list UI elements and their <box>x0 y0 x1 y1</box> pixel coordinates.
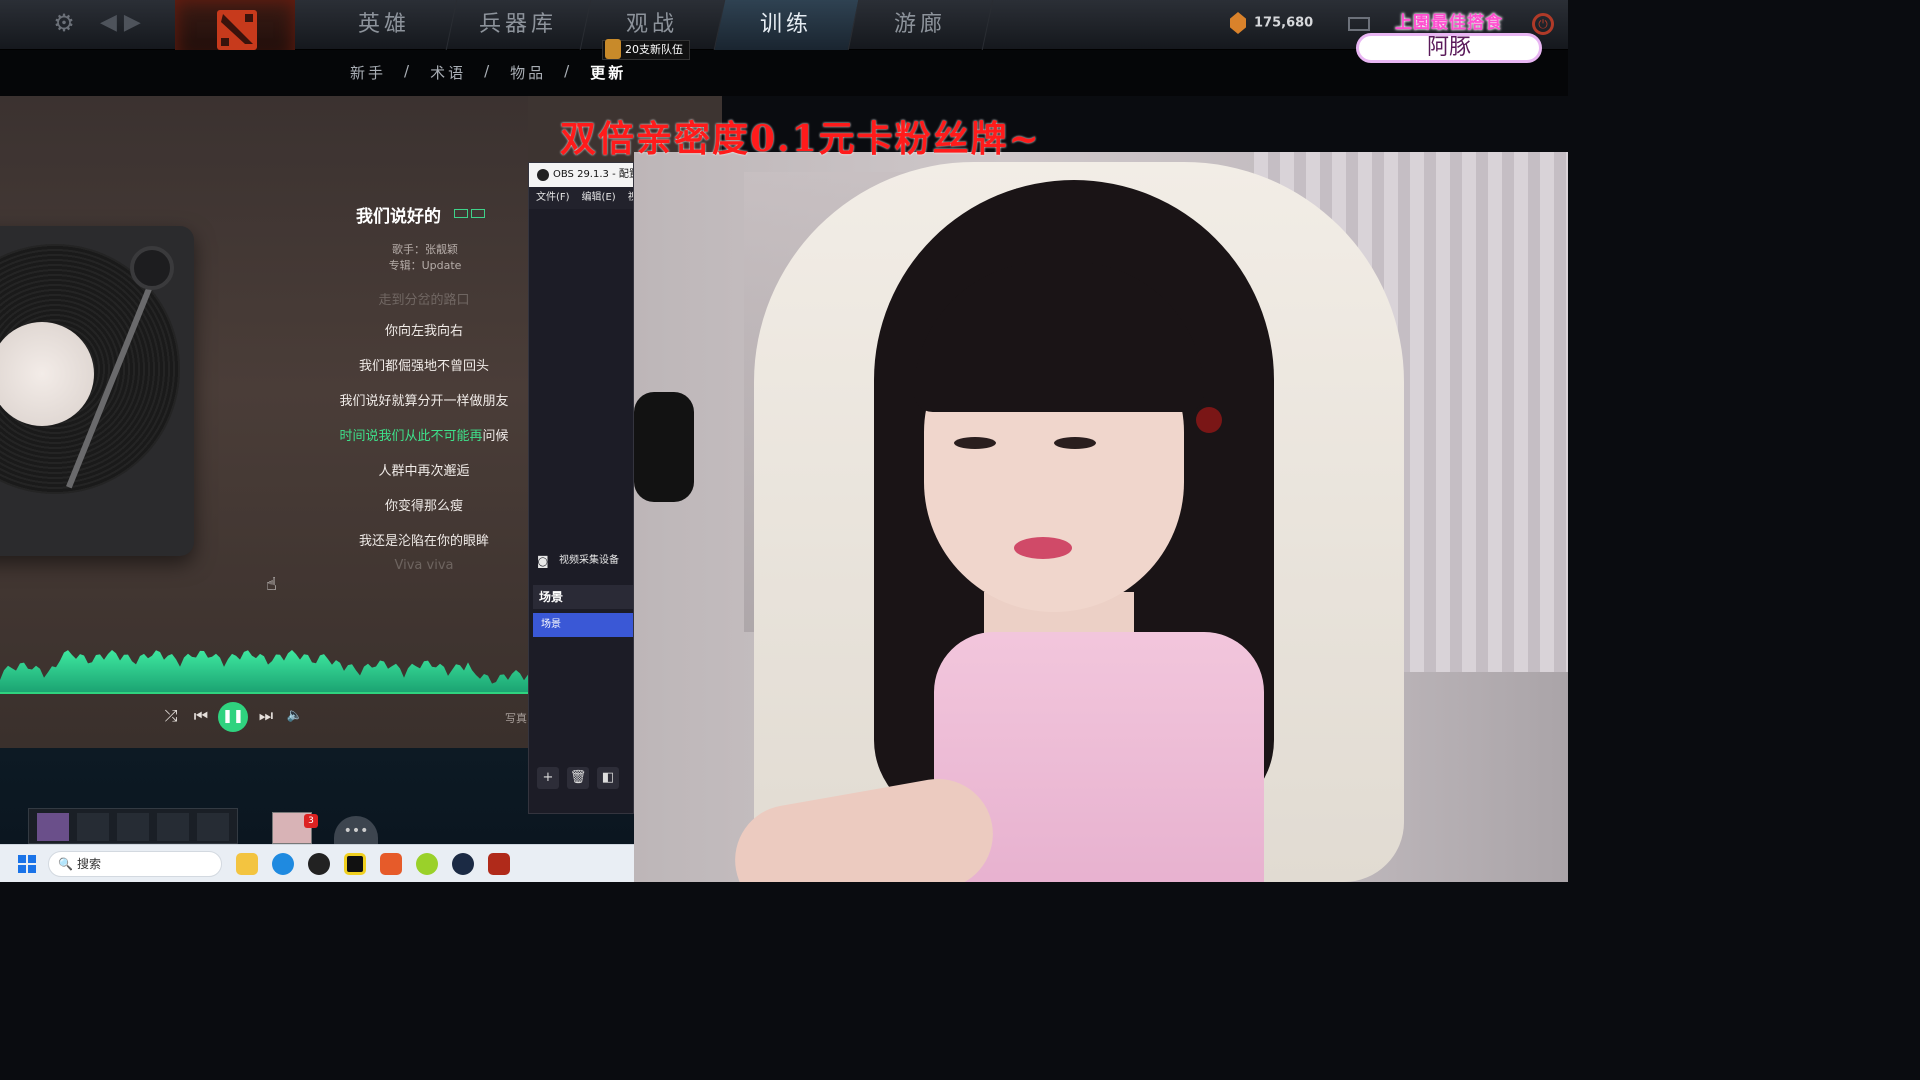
obs-menu-bar: 文件(F) 编辑(E) 视 <box>529 187 633 209</box>
earphone <box>1196 407 1222 433</box>
current-lyric-line: 时间说我们从此不可能再问候 <box>300 419 528 454</box>
tab-heroes[interactable]: 英雄 <box>312 0 458 50</box>
lyric-line: Viva viva <box>394 558 454 573</box>
obs-scene-toolbar: + 🗑 ◧ <box>537 767 619 789</box>
screen: ⚙ ◀ ▶ 英雄 兵器库 观战 训练 游廊 175,680 ⏻ 新手 / 术语 … <box>0 0 1568 882</box>
delete-scene-icon[interactable]: 🗑 <box>567 767 589 789</box>
shard-currency[interactable]: 175,680 <box>1230 12 1313 34</box>
add-scene-icon[interactable]: + <box>537 767 559 789</box>
song-title: 我们说好的 <box>356 207 441 227</box>
tab-label: 游廊 <box>894 12 947 37</box>
subnav-separator: / <box>564 62 573 80</box>
music-player: 我们说好的 歌手：张靓颖 专辑：Update 走到分岔的路口 你向左我向右 我们… <box>0 96 528 748</box>
lyric-line: 人群中再次邂逅 <box>378 464 470 479</box>
photo-link[interactable]: 写真 <box>505 710 527 726</box>
app-taskbar-icon[interactable] <box>344 853 366 875</box>
tab-arcade[interactable]: 游廊 <box>848 0 994 50</box>
streamer-name: 阿豚 <box>1356 33 1542 63</box>
tab-label: 训练 <box>760 12 813 37</box>
subnav-updates[interactable]: 更新 <box>590 62 626 83</box>
previous-track-icon[interactable]: ⏮ <box>190 700 212 732</box>
menu-file[interactable]: 文件(F) <box>536 187 570 209</box>
obs-window: OBS 29.1.3 - 配置文 文件(F) 编辑(E) 视 视频采集设备 场景… <box>528 162 634 814</box>
obs-scenes-header: 场景 <box>533 585 633 609</box>
gear-icon[interactable]: ⚙ <box>52 11 76 35</box>
subnav-newcomer[interactable]: 新手 <box>350 62 386 83</box>
taskbar-search[interactable]: 🔍 搜索 <box>48 851 222 877</box>
subnav-items[interactable]: 物品 <box>510 62 546 83</box>
subnav-separator: / <box>404 62 413 80</box>
tab-learn[interactable]: 训练 <box>714 0 860 50</box>
person-eye <box>954 437 996 449</box>
lyric-rest-part: 问候 <box>482 429 509 444</box>
shard-icon <box>1230 12 1246 34</box>
windows-taskbar: 🔍 搜索 <box>0 844 634 882</box>
streamer-tag: 上園最佳搭食 阿豚 <box>1356 8 1542 63</box>
lyrics-panel: 走到分岔的路口 你向左我向右 我们都倔强地不曾回头 我们说好就算分开一样做朋友 … <box>300 294 528 579</box>
steam-icon[interactable] <box>452 853 474 875</box>
subnav-glossary[interactable]: 术语 <box>430 62 466 83</box>
lyric-line: 走到分岔的路口 <box>378 293 470 308</box>
person-lips <box>1014 537 1072 559</box>
audio-visualizer <box>0 650 528 694</box>
menu-edit[interactable]: 编辑(E) <box>582 187 616 209</box>
dota-logo-icon <box>217 10 257 50</box>
person-eye <box>1054 437 1096 449</box>
dota-top-bar: ⚙ ◀ ▶ 英雄 兵器库 观战 训练 游廊 175,680 ⏻ <box>0 0 1568 60</box>
search-placeholder: 搜索 <box>77 857 102 871</box>
mv-icon[interactable] <box>471 209 485 218</box>
lyric-line: 你向左我向右 <box>384 324 463 339</box>
back-forward-arrows-icon[interactable]: ◀ ▶ <box>100 10 141 35</box>
party-bar <box>28 808 238 844</box>
vip-icon <box>454 209 468 218</box>
pause-button[interactable]: ❚❚ <box>218 702 248 732</box>
edge-browser-icon[interactable] <box>272 853 294 875</box>
tonearm-base <box>130 246 174 290</box>
menu-view[interactable]: 视 <box>628 187 633 209</box>
mouse-cursor-icon: ☝ <box>266 574 277 595</box>
lyric-line: 我们都倔强地不曾回头 <box>358 359 489 374</box>
lyric-line: 你变得那么瘦 <box>384 499 463 514</box>
party-avatar[interactable] <box>37 813 69 841</box>
tab-label: 兵器库 <box>479 12 558 37</box>
tab-armory[interactable]: 兵器库 <box>446 0 592 50</box>
obs-title-bar[interactable]: OBS 29.1.3 - 配置文 <box>529 163 633 187</box>
streamer-title: 上園最佳搭食 <box>1395 13 1503 33</box>
party-slot-empty[interactable] <box>77 813 109 841</box>
new-teams-badge[interactable]: 20支新队伍 <box>602 39 690 60</box>
currency-amount: 175,680 <box>1254 15 1314 31</box>
search-icon: 🔍 <box>58 857 73 871</box>
obs-taskbar-icon[interactable] <box>308 853 330 875</box>
party-slot-empty[interactable] <box>157 813 189 841</box>
file-explorer-icon[interactable] <box>236 853 258 875</box>
learn-sub-nav: 新手 / 术语 / 物品 / 更新 <box>350 62 626 83</box>
album-label[interactable]: 专辑：Update <box>300 258 528 274</box>
lyric-line: 我们说好就算分开一样做朋友 <box>339 394 509 409</box>
obs-scene-item[interactable]: 场景 <box>533 613 633 637</box>
dota-sub-bar <box>0 50 1568 96</box>
song-meta: 歌手：张靓颖 专辑：Update <box>300 242 528 274</box>
vip-badges <box>454 209 485 218</box>
app-taskbar-icon[interactable] <box>416 853 438 875</box>
next-track-icon[interactable]: ⏭ <box>255 700 277 732</box>
windows-start-icon[interactable] <box>18 855 36 873</box>
tab-label: 英雄 <box>358 12 411 37</box>
scene-filter-icon[interactable]: ◧ <box>597 767 619 789</box>
volume-icon[interactable]: 🔈 <box>284 700 306 732</box>
shuffle-icon[interactable]: ⤮ <box>160 700 182 732</box>
app-taskbar-icon[interactable] <box>380 853 402 875</box>
subnav-separator: / <box>484 62 493 80</box>
promo-banner: 双倍亲密度0.1元卡粉丝牌~ <box>560 118 1041 160</box>
webcam-feed <box>634 152 1568 882</box>
notification-badge: 3 <box>304 814 318 828</box>
dota-taskbar-icon[interactable] <box>488 853 510 875</box>
singer-label[interactable]: 歌手：张靓颖 <box>300 242 528 258</box>
microphone <box>634 392 694 502</box>
obs-source-video-capture[interactable]: 视频采集设备 <box>529 547 633 575</box>
party-slot-empty[interactable] <box>117 813 149 841</box>
lyric-sung-part: 时间说我们从此不可能再 <box>339 429 483 444</box>
party-slot-empty[interactable] <box>197 813 229 841</box>
player-controls: ⤮ ⏮ ❚❚ ⏭ 🔈 写真 <box>0 700 528 740</box>
lyric-line: 我还是沦陷在你的眼眸 <box>358 534 489 549</box>
